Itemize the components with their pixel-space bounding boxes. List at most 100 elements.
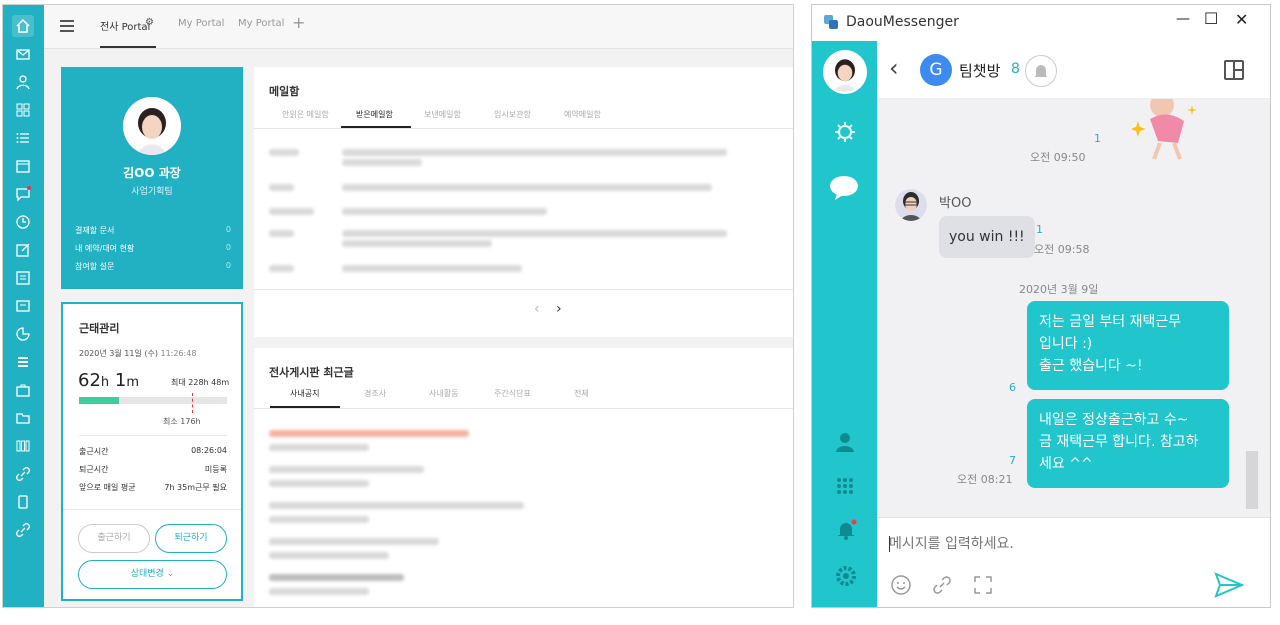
capture-icon[interactable] — [972, 574, 994, 600]
emoji-icon[interactable] — [890, 574, 912, 600]
chat-icon[interactable] — [829, 175, 859, 205]
gear-icon[interactable]: ⚙ — [145, 17, 154, 28]
divider — [254, 289, 793, 290]
send-icon[interactable] — [1214, 572, 1245, 602]
max-hours-label: 최대 228h 48m — [171, 378, 230, 387]
survey-icon[interactable] — [12, 323, 34, 345]
tab-notices[interactable]: 사내공지 — [290, 388, 319, 399]
tab-my-portal[interactable]: My Portal — [178, 18, 224, 29]
status-icon[interactable] — [832, 119, 858, 149]
prev-page-button[interactable]: ‹ — [534, 301, 540, 317]
next-page-button[interactable]: › — [556, 301, 562, 317]
group-avatar[interactable]: G — [920, 54, 952, 86]
edit-icon[interactable] — [12, 239, 34, 261]
contacts-icon[interactable] — [834, 431, 856, 457]
board-title: 전사게시판 최근글 — [269, 366, 354, 379]
message-time: 오전 09:50 — [1030, 151, 1086, 164]
sender-avatar[interactable] — [895, 189, 927, 221]
profile-dept: 사업기획팀 — [131, 187, 173, 197]
mail-widget: 메일함 안읽은 메일함 받은메일함 보낸메일함 임시보관함 예약메일함 ‹ › — [254, 67, 793, 337]
checkin-time-row: 출근시간 08:26:04 — [79, 446, 227, 456]
bell-icon[interactable] — [1025, 55, 1057, 87]
apps-icon[interactable] — [836, 477, 854, 499]
clock-icon[interactable] — [12, 211, 34, 233]
member-count[interactable]: 8 — [1011, 61, 1020, 77]
tab-my-portal-2[interactable]: My Portal — [238, 18, 284, 29]
message-input[interactable] — [889, 532, 1249, 556]
tab-drafts[interactable]: 임시보관함 — [494, 109, 531, 120]
minimize-button[interactable]: — — [1176, 11, 1190, 27]
tab-condolences[interactable]: 경조사 — [364, 388, 386, 399]
left-nav-rail — [3, 5, 44, 607]
user-icon[interactable] — [12, 71, 34, 93]
database-icon[interactable] — [12, 351, 34, 373]
chat-messages: 1 오전 09:50 박OO you win !!! 1 오전 09:58 20… — [877, 99, 1270, 517]
messenger-sidebar — [812, 41, 877, 607]
divider — [254, 128, 793, 129]
checkout-button[interactable]: 퇴근하기 — [155, 524, 227, 553]
avatar[interactable] — [123, 97, 181, 155]
briefcase-icon[interactable] — [12, 379, 34, 401]
maximize-button[interactable]: ☐ — [1204, 9, 1218, 28]
my-message-bubble[interactable]: 내일은 정상출근하고 수~ 금 재택근무 합니다. 참고하 세요 ^^ — [1027, 399, 1229, 488]
attach-link-icon[interactable] — [931, 574, 953, 600]
home-icon[interactable] — [12, 15, 34, 37]
list-icon[interactable] — [12, 127, 34, 149]
message-time: 오전 09:58 — [1034, 243, 1090, 256]
attendance-time: 11:26:48 — [160, 349, 197, 358]
min-hours-marker — [192, 393, 193, 413]
approval-docs-row[interactable]: 결재할 문서 0 — [75, 225, 231, 236]
work-progress-fill — [79, 397, 119, 404]
sticker-image[interactable] — [1130, 99, 1202, 161]
mobile-icon[interactable] — [12, 491, 34, 513]
add-tab-button[interactable]: + — [292, 13, 305, 32]
status-change-button[interactable]: 상태변경 ⌄ — [78, 560, 227, 589]
scrollbar-thumb[interactable] — [1246, 451, 1258, 509]
survey-row[interactable]: 참여할 설문 0 — [75, 261, 231, 272]
my-avatar[interactable] — [823, 50, 867, 94]
date-separator: 2020년 3월 9일 — [1019, 283, 1099, 296]
folder-icon[interactable] — [12, 407, 34, 429]
app-title: DaouMessenger — [846, 14, 959, 30]
grid-icon[interactable] — [12, 99, 34, 121]
attendance-card: 근태관리 2020년 3월 11일 (수) 11:26:48 62h 1m 최대… — [61, 302, 243, 601]
back-arrow-icon[interactable]: ‹ — [889, 54, 899, 82]
apps-icon[interactable] — [12, 435, 34, 457]
message-bubble[interactable]: you win !!! — [939, 216, 1035, 258]
divider — [63, 509, 241, 510]
menu-icon[interactable] — [60, 20, 74, 32]
checkin-button[interactable]: 출근하기 — [78, 524, 150, 553]
close-button[interactable]: ✕ — [1235, 10, 1248, 29]
messenger-window: DaouMessenger — ☐ ✕ ‹ G 팀챗방 8 1 오전 09:50… — [811, 4, 1271, 608]
reservation-row[interactable]: 내 예약/대여 현황 0 — [75, 243, 231, 254]
document-icon[interactable] — [12, 295, 34, 317]
link-icon[interactable] — [12, 519, 34, 541]
chat-header: ‹ G 팀챗방 8 — [877, 41, 1270, 99]
tab-scheduled[interactable]: 예약메일함 — [564, 109, 601, 120]
tab-sent[interactable]: 보낸메일함 — [424, 109, 461, 120]
tab-company-portal[interactable]: 전사 Portal — [100, 18, 150, 33]
calendar-icon[interactable] — [12, 155, 34, 177]
mail-title: 메일함 — [269, 85, 300, 98]
mail-icon[interactable] — [12, 43, 34, 65]
room-name: 팀챗방 — [959, 62, 1001, 80]
board-icon[interactable] — [12, 267, 34, 289]
attendance-title: 근태관리 — [79, 322, 120, 335]
notification-bell-icon[interactable] — [835, 519, 857, 545]
settings-gear-icon[interactable] — [835, 565, 857, 591]
attendance-date: 2020년 3월 11일 (수) — [79, 349, 158, 358]
tab-inbox[interactable]: 받은메일함 — [356, 109, 393, 120]
active-tab-indicator — [100, 46, 156, 48]
panel-toggle-icon[interactable] — [1224, 60, 1244, 80]
tab-weekly-menu[interactable]: 주간식단표 — [494, 388, 531, 399]
tab-unread-mail[interactable]: 안읽은 메일함 — [282, 109, 329, 120]
chat-icon[interactable] — [12, 183, 34, 205]
link-icon[interactable] — [12, 463, 34, 485]
message-time: 오전 08:21 — [957, 473, 1013, 486]
tab-activities[interactable]: 사내활동 — [429, 388, 458, 399]
messenger-titlebar: DaouMessenger — ☐ ✕ — [812, 5, 1270, 41]
tab-all[interactable]: 전체 — [574, 388, 589, 399]
worked-time: 62h 1m — [78, 370, 140, 391]
board-widget: 전사게시판 최근글 사내공지 경조사 사내활동 주간식단표 전체 — [254, 348, 793, 607]
my-message-bubble[interactable]: 저는 금일 부터 재택근무 입니다 :) 출근 했습니다 ~! — [1027, 301, 1229, 390]
